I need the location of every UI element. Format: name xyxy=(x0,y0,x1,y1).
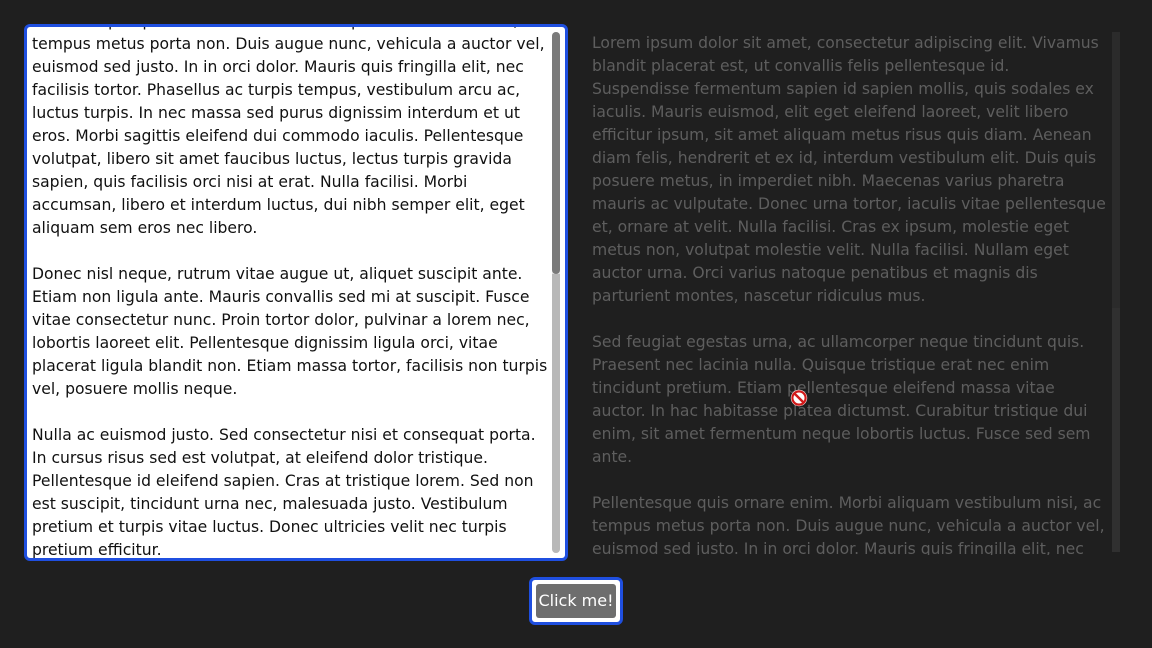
not-allowed-icon xyxy=(790,389,808,407)
right-scrollbar[interactable] xyxy=(1112,32,1120,552)
right-scroll-panel[interactable]: Lorem ipsum dolor sit amet, consectetur … xyxy=(584,28,1124,555)
page: Pellentesque quis ornare enim. Morbi ali… xyxy=(0,0,1152,648)
left-paragraph-2: Donec nisl neque, rutrum vitae augue ut,… xyxy=(32,265,548,398)
right-panel-text: Lorem ipsum dolor sit amet, consectetur … xyxy=(592,32,1110,555)
right-paragraph-2: Sed feugiat egestas urna, ac ullamcorper… xyxy=(592,333,1091,466)
left-scrollbar-thumb[interactable] xyxy=(552,32,560,274)
left-scrollbar-track-rest xyxy=(552,274,560,553)
right-paragraph-1: Lorem ipsum dolor sit amet, consectetur … xyxy=(592,34,1106,305)
right-scrollbar-track-rest xyxy=(1112,308,1120,552)
left-scrollbar[interactable] xyxy=(552,32,560,553)
left-paragraph-1: Pellentesque quis ornare enim. Morbi ali… xyxy=(32,27,545,237)
right-paragraph-3: Pellentesque quis ornare enim. Morbi ali… xyxy=(592,494,1105,555)
click-me-button-focus-ring: Click me! xyxy=(529,577,623,625)
click-me-button[interactable]: Click me! xyxy=(536,584,616,618)
left-panel-text: Pellentesque quis ornare enim. Morbi ali… xyxy=(32,27,552,559)
left-scroll-panel[interactable]: Pellentesque quis ornare enim. Morbi ali… xyxy=(24,24,568,561)
left-paragraph-3: Nulla ac euismod justo. Sed consectetur … xyxy=(32,426,536,559)
right-scrollbar-thumb[interactable] xyxy=(1112,32,1120,308)
